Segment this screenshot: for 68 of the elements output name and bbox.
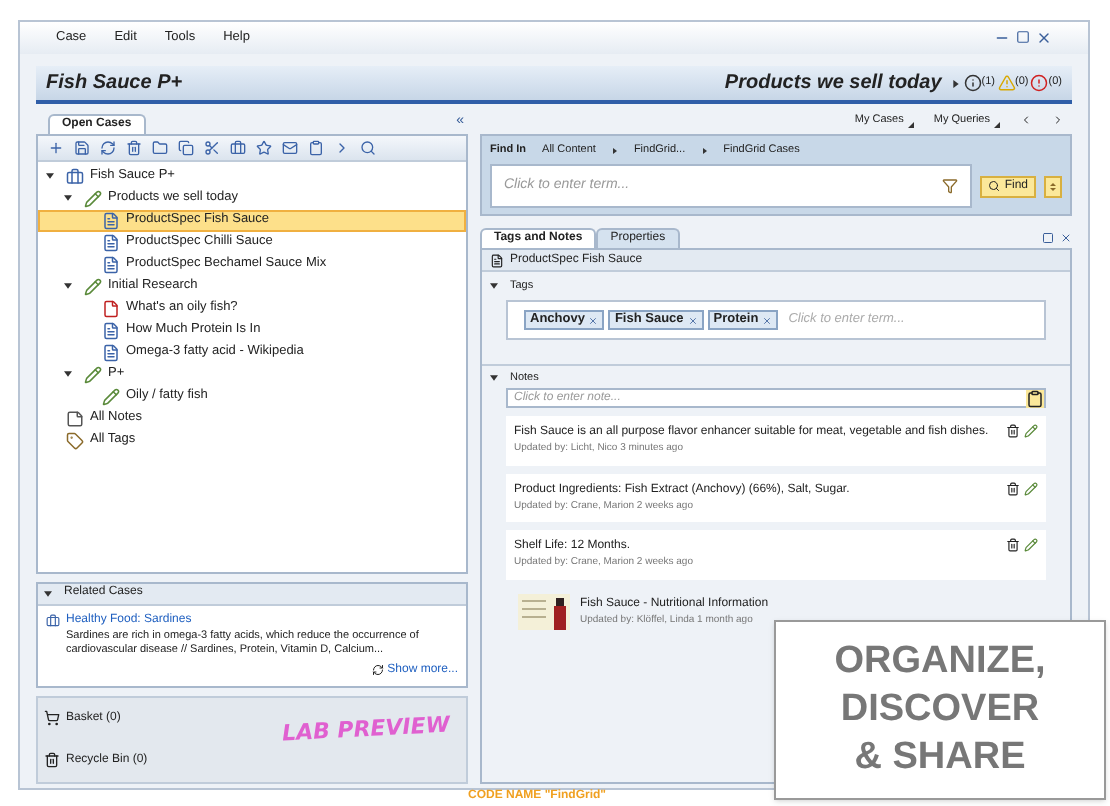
maximize-icon[interactable]: [1016, 30, 1030, 44]
dropdown-icon[interactable]: [994, 122, 1000, 129]
expand-toggle-icon[interactable]: [490, 282, 498, 291]
clipboard-icon[interactable]: [1026, 389, 1044, 408]
note-icon: [66, 409, 84, 427]
pdf-icon: [102, 299, 120, 317]
close-icon[interactable]: [1036, 30, 1052, 46]
mail-icon[interactable]: [282, 139, 298, 155]
dropdown-icon[interactable]: [907, 122, 914, 129]
document-icon: [102, 343, 120, 361]
back-icon[interactable]: [1020, 114, 1032, 126]
expand-toggle-icon[interactable]: [490, 373, 498, 382]
case-icon: [46, 613, 60, 627]
callout-text: ORGANIZE,: [834, 638, 1046, 686]
expand-toggle-icon[interactable]: [46, 172, 54, 180]
refresh-icon[interactable]: [100, 139, 116, 155]
scissors-icon[interactable]: [204, 139, 220, 155]
case-title: Fish Sauce P+: [46, 70, 183, 98]
save-icon[interactable]: [74, 139, 90, 155]
pencil-icon[interactable]: [1024, 424, 1038, 439]
expand-toggle-icon[interactable]: [64, 282, 72, 290]
star-icon[interactable]: [256, 139, 272, 155]
document-icon: [102, 321, 120, 339]
document-icon: [102, 211, 120, 229]
pencil-folder-icon: [84, 277, 102, 295]
expand-toggle-icon[interactable]: [44, 589, 52, 597]
lab-preview-label: LAB PREVIEW: [281, 708, 451, 750]
trash-icon[interactable]: [1006, 424, 1020, 439]
expand-toggle-icon[interactable]: [64, 194, 72, 202]
search-icon: [988, 180, 1001, 193]
pencil-folder-icon: [84, 365, 102, 383]
trash-icon[interactable]: [1006, 538, 1020, 553]
pencil-icon[interactable]: [1024, 538, 1038, 553]
callout-text: & SHARE: [854, 734, 1026, 782]
close-icon[interactable]: [1060, 232, 1072, 245]
pencil-icon[interactable]: [1024, 481, 1038, 496]
search-icon[interactable]: [360, 139, 376, 155]
caret-icon: [701, 147, 708, 154]
document-icon: [102, 233, 120, 251]
forward-icon[interactable]: [1052, 114, 1064, 126]
callout-text: DISCOVER: [840, 686, 1040, 734]
options-button[interactable]: [1044, 175, 1062, 198]
cart-icon: [44, 710, 60, 727]
up-down-arrows-icon: [1050, 181, 1056, 192]
trash-icon[interactable]: [1006, 481, 1020, 496]
add-icon[interactable]: [48, 139, 64, 155]
case-icon: [66, 167, 84, 185]
briefcase-icon[interactable]: [230, 139, 246, 155]
context-title: Products we sell today: [724, 70, 942, 98]
caret-icon: [951, 79, 960, 87]
maximize-icon[interactable]: [1042, 232, 1054, 245]
trash-icon: [44, 752, 60, 769]
tag-icon: [66, 431, 84, 449]
document-icon: [102, 255, 120, 273]
caret-icon: [611, 147, 618, 154]
warning-icon: [997, 74, 1016, 92]
pencil-folder-icon: [84, 189, 102, 207]
folder-icon[interactable]: [152, 139, 168, 155]
copy-icon[interactable]: [178, 139, 194, 155]
expand-toggle-icon[interactable]: [64, 370, 72, 378]
pencil-folder-icon: [102, 387, 120, 405]
filter-icon[interactable]: [942, 178, 959, 195]
error-icon: [1030, 74, 1049, 92]
document-icon: [490, 253, 504, 268]
clipboard-icon[interactable]: [308, 139, 324, 155]
info-icon: [963, 74, 982, 92]
nutrition-label-drawing: [518, 593, 570, 630]
refresh-icon: [371, 664, 384, 676]
